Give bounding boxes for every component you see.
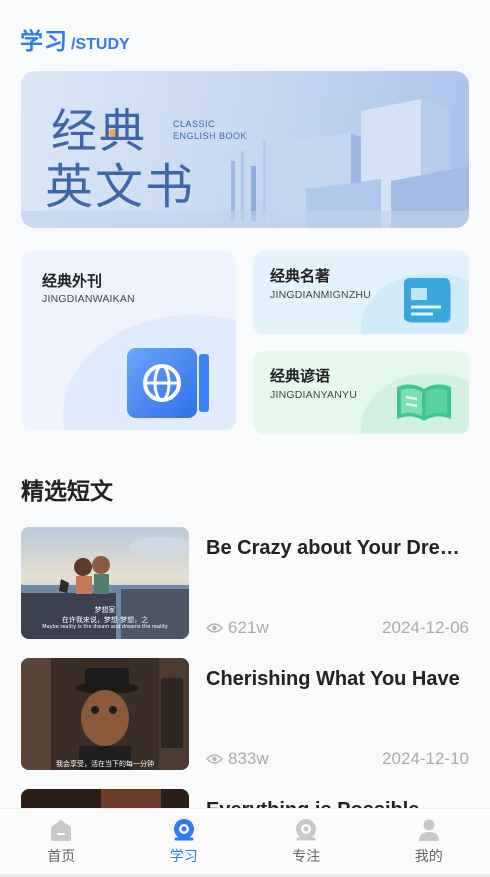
tab-label: 首页 — [47, 849, 76, 865]
article-date: 2024-12-10 — [382, 749, 469, 768]
article-list[interactable]: 梦想家 在许我来说，梦想·梦想，之 Maybe reality is the d… — [0, 526, 490, 808]
page-title-en: /STUDY — [71, 36, 130, 53]
document-icon — [404, 278, 451, 323]
banner-title-line2: 英文书 — [45, 159, 196, 215]
article-thumbnail — [21, 789, 189, 808]
tab-focus[interactable]: 专注 — [245, 809, 368, 877]
category-subtitle: JINGDIANYANYU — [270, 389, 357, 401]
section-title: 精选短文 — [21, 479, 113, 505]
tab-label: 专注 — [292, 849, 321, 865]
category-card-mingzhu[interactable]: 经典名著 JINGDIANMIGNZHU — [253, 251, 469, 334]
tab-home[interactable]: 首页 — [0, 809, 123, 877]
bottom-tab-bar: 首页 学习 专注 我的 — [0, 808, 490, 877]
thumbnail-caption-en: Maybe reality is the dream and dreams th… — [42, 624, 168, 630]
banner-subtitle: CLASSIC ENGLISH BOOK — [173, 119, 248, 141]
category-title: 经典外刊 — [42, 272, 103, 290]
list-item[interactable]: Everything is Possible — [21, 789, 469, 808]
tab-label: 我的 — [414, 849, 443, 865]
category-card-waikan[interactable]: 经典外刊 JINGDIANWAIKAN — [21, 251, 236, 430]
article-title: Everything is Possible — [206, 799, 469, 808]
article-title: Be Crazy about Your Dreams — [206, 537, 469, 559]
view-count: 621w — [206, 618, 269, 638]
list-item[interactable]: 我会享受，活在当下的每一分钟 Cherishing What You Have … — [21, 658, 469, 770]
list-item[interactable]: 梦想家 在许我来说，梦想·梦想，之 Maybe reality is the d… — [21, 527, 469, 639]
view-count: 833w — [206, 749, 269, 769]
focus-icon — [296, 819, 317, 841]
article-title: Cherishing What You Have — [206, 668, 460, 690]
category-title: 经典名著 — [270, 267, 331, 285]
category-subtitle: JINGDIANWAIKAN — [42, 293, 135, 305]
page-title: 学习 — [20, 29, 68, 55]
article-thumbnail: 我会享受，活在当下的每一分钟 — [21, 658, 189, 770]
open-book-icon — [397, 384, 451, 421]
category-card-yanyu[interactable]: 经典谚语 JINGDIANYANYU — [253, 351, 469, 434]
eye-icon — [206, 623, 223, 633]
article-date: 2024-12-06 — [382, 618, 469, 637]
globe-icon — [127, 348, 209, 418]
profile-icon — [418, 819, 439, 841]
classic-books-banner[interactable]: 经典 英文书 CLASSIC ENGLISH BOOK — [21, 71, 469, 228]
thumbnail-caption-name: 梦想家 — [94, 606, 116, 614]
tab-profile[interactable]: 我的 — [368, 809, 490, 877]
category-title: 经典谚语 — [270, 367, 331, 385]
eye-icon — [206, 754, 223, 764]
home-icon — [51, 820, 72, 841]
article-thumbnail: 梦想家 在许我来说，梦想·梦想，之 Maybe reality is the d… — [21, 527, 189, 639]
tab-study[interactable]: 学习 — [123, 809, 246, 877]
tab-label: 学习 — [169, 849, 198, 865]
category-subtitle: JINGDIANMIGNZHU — [270, 289, 371, 301]
study-icon — [173, 819, 194, 841]
thumbnail-caption: 我会享受，活在当下的每一分钟 — [56, 760, 154, 768]
page-header: 学习 /STUDY — [20, 22, 130, 55]
